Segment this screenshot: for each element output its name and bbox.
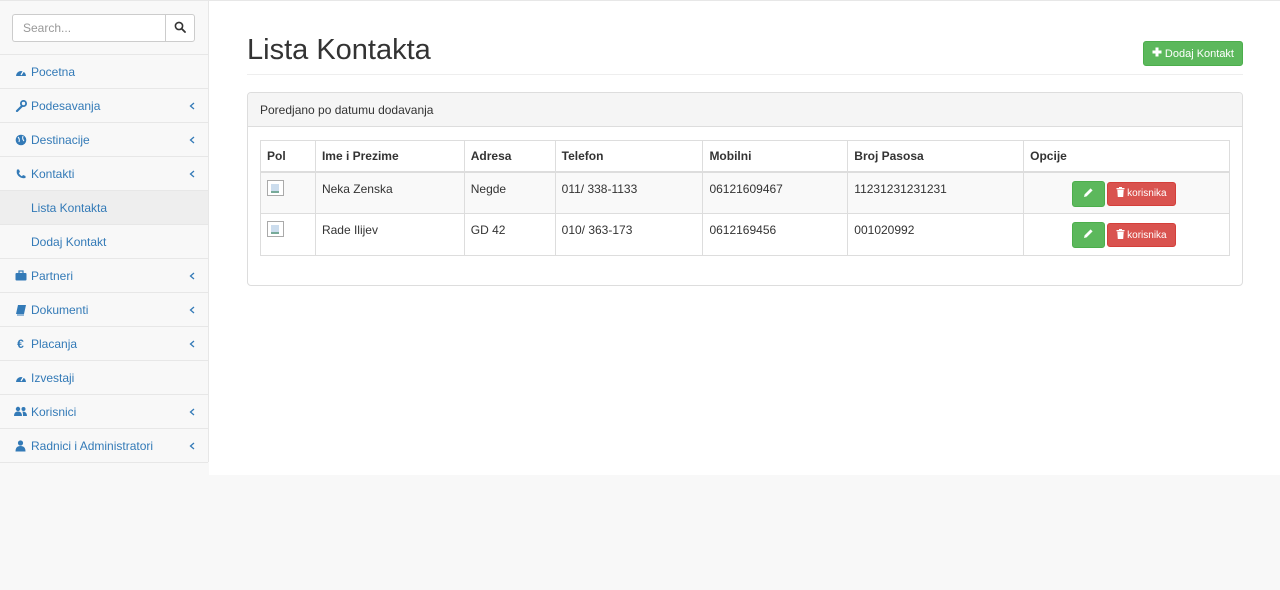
sidebar-subitem-dodaj-kontakt[interactable]: Dodaj Kontakt	[0, 225, 208, 259]
page-background	[0, 475, 1280, 590]
globe-icon	[14, 133, 27, 146]
phone-icon	[14, 167, 27, 180]
sidebar-item-label: Placanja	[31, 336, 78, 351]
sidebar-subitem-label: Lista Kontakta	[31, 200, 108, 215]
chevron-left-icon	[189, 405, 195, 419]
users-icon	[14, 405, 27, 418]
edit-button[interactable]	[1072, 222, 1106, 248]
name-cell: Neka Zenska	[314, 171, 465, 214]
chevron-down-icon	[189, 167, 195, 181]
address-cell: GD 42	[463, 213, 556, 256]
page-header: Lista Kontakta Dodaj Kontakt	[247, 1, 1243, 75]
user-icon	[14, 439, 27, 452]
dashboard-icon	[14, 371, 27, 384]
sidebar-subitem-lista-kontakta[interactable]: Lista Kontakta	[0, 191, 208, 225]
sidebar: Pocetna Podesavanja Destinacije Kontakti…	[0, 1, 209, 463]
chevron-left-icon	[189, 439, 195, 453]
sidebar-item-korisnici[interactable]: Korisnici	[0, 395, 208, 429]
passport-cell: 001020992	[847, 213, 1025, 256]
column-header: Ime i Prezime	[314, 140, 465, 173]
column-header: Opcije	[1023, 140, 1230, 173]
trash-icon	[1116, 187, 1125, 200]
mobile-cell: 06121609467	[702, 171, 849, 214]
address-cell: Negde	[463, 171, 556, 214]
phone-cell: 010/ 363-173	[554, 213, 704, 256]
pencil-icon	[1083, 187, 1094, 201]
sidebar-item-dokumenti[interactable]: Dokumenti	[0, 293, 208, 327]
sidebar-search	[0, 1, 208, 55]
chevron-left-icon	[189, 269, 195, 283]
edit-button[interactable]	[1072, 180, 1106, 207]
chevron-left-icon	[189, 133, 195, 147]
add-contact-button[interactable]: Dodaj Kontakt	[1142, 41, 1243, 66]
chevron-left-icon	[189, 99, 195, 113]
table-row: Rade Ilijev GD 42 010/ 363-173 061216945…	[260, 213, 1230, 256]
chevron-left-icon	[189, 303, 195, 317]
column-header: Adresa	[463, 140, 556, 173]
search-icon	[174, 21, 186, 36]
search-input[interactable]	[12, 14, 165, 42]
sidebar-subitem-label: Dodaj Kontakt	[31, 234, 107, 249]
sidebar-item-placanja[interactable]: € Placanja	[0, 327, 208, 361]
passport-cell: 11231231231231	[847, 171, 1025, 214]
table-header-row: Pol Ime i Prezime Adresa Telefon Mobilni…	[260, 140, 1230, 173]
delete-button[interactable]: korisnika	[1107, 223, 1176, 247]
contacts-panel: Poredjano po datumu dodavanja Pol Ime i …	[247, 92, 1243, 286]
delete-label: korisnika	[1127, 229, 1167, 241]
sidebar-item-label: Radnici i Administratori	[31, 438, 154, 453]
column-header: Telefon	[554, 140, 704, 173]
sidebar-item-label: Kontakti	[31, 166, 75, 181]
sidebar-item-kontakti[interactable]: Kontakti	[0, 157, 208, 191]
sidebar-item-label: Pocetna	[31, 64, 76, 79]
mobile-cell: 0612169456	[702, 213, 849, 256]
table-row: Neka Zenska Negde 011/ 338-1133 06121609…	[260, 171, 1230, 214]
sidebar-item-label: Dokumenti	[31, 302, 89, 317]
contacts-table-wrapper: Pol Ime i Prezime Adresa Telefon Mobilni…	[260, 140, 1230, 256]
sidebar-item-label: Korisnici	[31, 404, 77, 419]
chevron-left-icon	[189, 337, 195, 351]
name-cell: Rade Ilijev	[314, 213, 465, 256]
contacts-table: Pol Ime i Prezime Adresa Telefon Mobilni…	[260, 140, 1230, 256]
sidebar-item-label: Destinacije	[31, 132, 90, 147]
gender-cell	[260, 213, 316, 256]
plus-icon	[1152, 47, 1162, 60]
dashboard-icon	[14, 65, 27, 78]
pencil-icon	[1083, 228, 1094, 242]
panel-heading: Poredjano po datumu dodavanja	[248, 93, 1242, 127]
delete-label: korisnika	[1127, 188, 1167, 199]
sidebar-item-partneri[interactable]: Partneri	[0, 259, 208, 293]
broken-image-icon	[267, 179, 284, 196]
main-content: Lista Kontakta Dodaj Kontakt Poredjano p…	[209, 1, 1280, 475]
phone-cell: 011/ 338-1133	[554, 171, 704, 214]
sidebar-item-radnici[interactable]: Radnici i Administratori	[0, 429, 208, 463]
search-button[interactable]	[165, 14, 195, 42]
delete-button[interactable]: korisnika	[1107, 181, 1176, 206]
sidebar-item-label: Izvestaji	[31, 370, 75, 385]
sidebar-item-pocetna[interactable]: Pocetna	[0, 55, 208, 89]
sidebar-item-label: Podesavanja	[31, 98, 101, 113]
sidebar-item-destinacije[interactable]: Destinacije	[0, 123, 208, 157]
column-header: Mobilni	[702, 140, 849, 173]
sidebar-item-label: Partneri	[31, 268, 74, 283]
briefcase-icon	[14, 269, 27, 282]
gender-cell	[260, 171, 316, 214]
sidebar-item-podesavanja[interactable]: Podesavanja	[0, 89, 208, 123]
trash-icon	[1116, 228, 1125, 242]
euro-icon: €	[17, 336, 24, 351]
column-header: Broj Pasosa	[847, 140, 1025, 173]
column-header: Pol	[260, 140, 316, 173]
sidebar-item-izvestaji[interactable]: Izvestaji	[0, 361, 208, 395]
options-cell: korisnika	[1023, 171, 1230, 214]
book-icon	[14, 303, 27, 316]
wrench-icon	[14, 99, 27, 112]
page-title: Lista Kontakta	[247, 34, 431, 66]
options-cell: korisnika	[1023, 213, 1230, 256]
broken-image-icon	[267, 221, 284, 237]
add-contact-label: Dodaj Kontakt	[1164, 47, 1234, 60]
